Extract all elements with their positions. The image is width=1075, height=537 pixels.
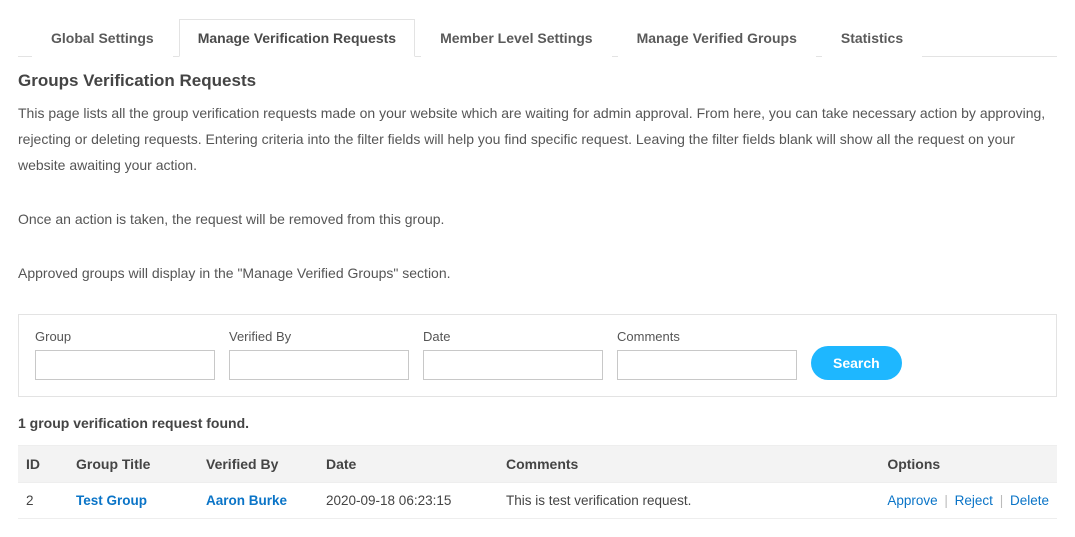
separator: |: [997, 493, 1007, 508]
col-id: ID: [18, 446, 68, 483]
search-button[interactable]: Search: [811, 346, 902, 380]
page-description-1: This page lists all the group verificati…: [18, 101, 1057, 179]
page-description-2: Once an action is taken, the request wil…: [18, 207, 1057, 233]
tab-manage-verification-requests[interactable]: Manage Verification Requests: [179, 19, 415, 57]
delete-link[interactable]: Delete: [1010, 493, 1049, 508]
col-date: Date: [318, 446, 498, 483]
filter-group-label: Group: [35, 329, 215, 344]
table-row: 2 Test Group Aaron Burke 2020-09-18 06:2…: [18, 483, 1057, 519]
col-verified-by: Verified By: [198, 446, 318, 483]
reject-link[interactable]: Reject: [955, 493, 993, 508]
tab-manage-verified-groups[interactable]: Manage Verified Groups: [618, 19, 816, 57]
filter-group: Group: [35, 329, 215, 380]
filter-verified-by-input[interactable]: [229, 350, 409, 380]
tabs: Global Settings Manage Verification Requ…: [18, 18, 1057, 57]
results-count: 1 group verification request found.: [18, 415, 1057, 431]
cell-comments: This is test verification request.: [498, 483, 879, 519]
separator: |: [941, 493, 951, 508]
tab-global-settings[interactable]: Global Settings: [32, 19, 173, 57]
filter-date-label: Date: [423, 329, 603, 344]
cell-date: 2020-09-18 06:23:15: [318, 483, 498, 519]
filter-comments: Comments: [617, 329, 797, 380]
tab-statistics[interactable]: Statistics: [822, 19, 922, 57]
filter-verified-by-label: Verified By: [229, 329, 409, 344]
filter-verified-by: Verified By: [229, 329, 409, 380]
filter-group-input[interactable]: [35, 350, 215, 380]
page-title: Groups Verification Requests: [18, 71, 1057, 91]
results-table: ID Group Title Verified By Date Comments…: [18, 445, 1057, 519]
cell-id: 2: [18, 483, 68, 519]
col-group-title: Group Title: [68, 446, 198, 483]
col-comments: Comments: [498, 446, 879, 483]
group-title-link[interactable]: Test Group: [76, 493, 147, 508]
tab-member-level-settings[interactable]: Member Level Settings: [421, 19, 612, 57]
filter-date: Date: [423, 329, 603, 380]
verified-by-link[interactable]: Aaron Burke: [206, 493, 287, 508]
filter-comments-label: Comments: [617, 329, 797, 344]
col-options: Options: [879, 446, 1057, 483]
filter-date-input[interactable]: [423, 350, 603, 380]
filter-box: Group Verified By Date Comments Search: [18, 314, 1057, 397]
filter-comments-input[interactable]: [617, 350, 797, 380]
page-description-3: Approved groups will display in the "Man…: [18, 261, 1057, 287]
cell-options: Approve | Reject | Delete: [879, 483, 1057, 519]
approve-link[interactable]: Approve: [887, 493, 937, 508]
